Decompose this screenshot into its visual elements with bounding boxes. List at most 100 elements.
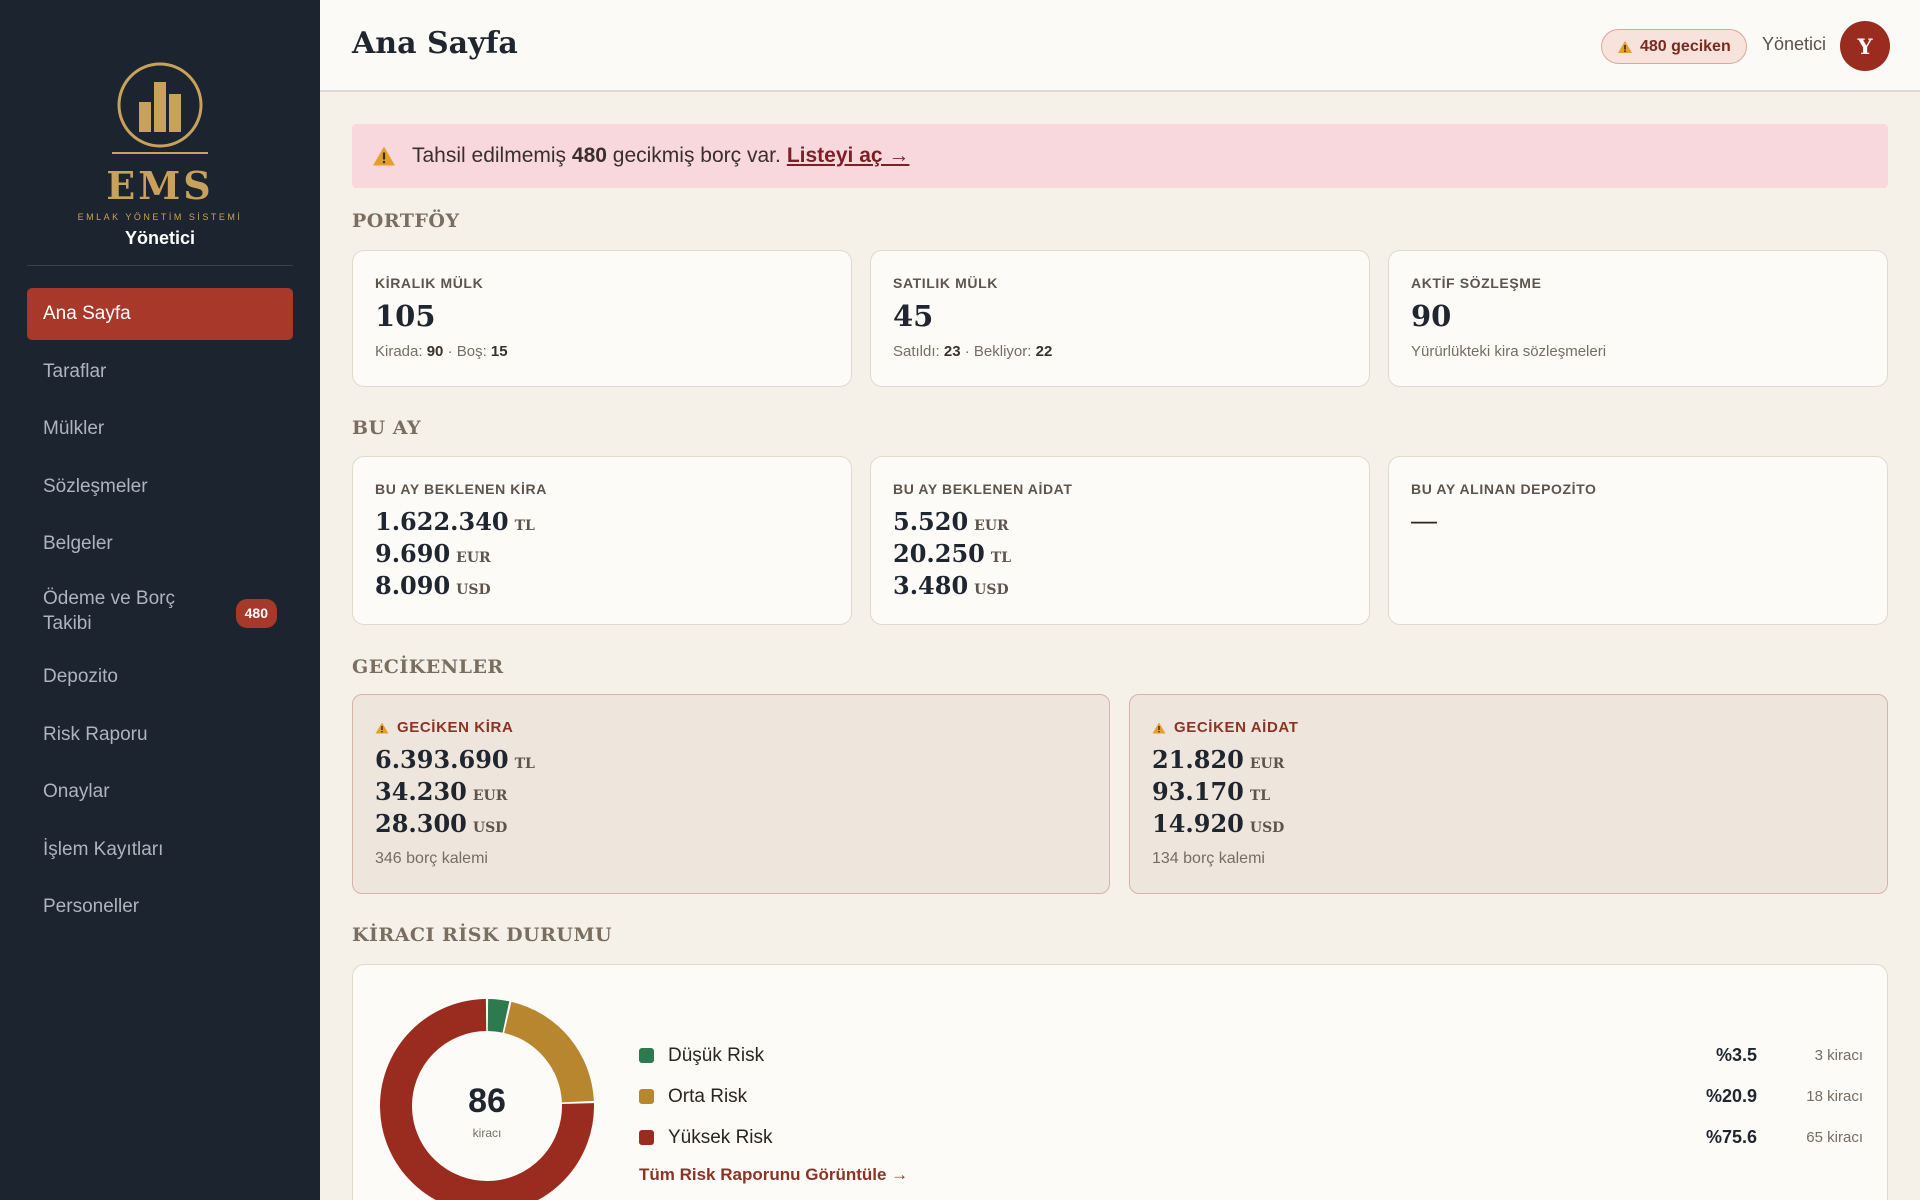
card-received-deposit[interactable]: BU AY ALINAN DEPOZİTO — <box>1388 456 1888 625</box>
sidebar-item-odeme-borc[interactable]: Ödeme ve Borç Takibi 480 <box>27 576 293 646</box>
brand-subtitle: EMLAK YÖNETİM SİSTEMİ <box>77 212 243 222</box>
legend-percent: %20.9 <box>1705 1086 1757 1106</box>
page-title: Ana Sayfa <box>352 26 518 61</box>
card-label: AKTİF SÖZLEŞME <box>1411 275 1542 291</box>
brand-name: EMS <box>106 163 214 208</box>
sidebar-item-personeller[interactable]: Personeller <box>27 881 293 933</box>
warning-icon <box>375 722 389 733</box>
top-header: Ana Sayfa 480 geciken Yönetici Y <box>320 0 1920 92</box>
warning-icon <box>373 146 395 166</box>
section-title-this-month: BU AY <box>352 417 422 439</box>
card-expected-rent[interactable]: BU AY BEKLENEN KİRA 1.622.340 TL 9.690 EUR… <box>352 456 852 625</box>
debt-item-count: 134 borç kalemi <box>1152 850 1265 867</box>
sidebar-item-depozito[interactable]: Depozito <box>27 651 293 703</box>
card-active-contracts[interactable]: AKTİF SÖZLEŞME 90 Yürürlükteki kira sözl… <box>1388 250 1888 387</box>
card-sale-properties[interactable]: SATILIK MÜLK 45 Satıldı: 23 · Bekliyor: … <box>870 250 1370 387</box>
alert-count: 480 <box>571 144 607 167</box>
money-row: 5.520 EUR <box>893 507 1009 536</box>
sidebar-item-sozlesmeler[interactable]: Sözleşmeler <box>27 461 293 513</box>
brand-logo[interactable]: EMS EMLAK YÖNETİM SİSTEMİ Yönetici <box>0 60 320 249</box>
sidebar-divider <box>27 265 293 266</box>
money-lines: 6.393.690 TL 34.230 EUR 28.300 USD <box>375 745 535 841</box>
donut-total: 86 <box>468 1082 506 1120</box>
sidebar-item-label: Onaylar <box>43 781 110 802</box>
card-overdue-dues[interactable]: GECİKEN AİDAT 21.820 EUR 93.170 TL 14.920 U… <box>1129 694 1888 894</box>
risk-legend-row-mid: Orta Risk %20.9 18 kiracı <box>639 1076 1863 1117</box>
money-row: 20.250 TL <box>893 539 1012 568</box>
card-label: BU AY ALINAN DEPOZİTO <box>1411 481 1597 497</box>
sidebar-item-taraflar[interactable]: Taraflar <box>27 346 293 398</box>
risk-legend-row-high: Yüksek Risk %75.6 65 kiracı <box>639 1117 1863 1158</box>
risk-legend-row-low: Düşük Risk %3.5 3 kiracı <box>639 1035 1863 1076</box>
legend-count: 3 kiracı <box>1814 1047 1863 1064</box>
sidebar-item-label: Mülkler <box>43 418 105 439</box>
view-risk-report-link[interactable]: Tüm Risk Raporunu Görüntüle → <box>639 1165 908 1185</box>
card-subtext: Kirada: 90 · Boş: 15 <box>375 343 508 360</box>
section-title-portfolio: PORTFÖY <box>352 210 460 232</box>
card-rental-properties[interactable]: KİRALIK MÜLK 105 Kirada: 90 · Boş: 15 <box>352 250 852 387</box>
money-row: 8.090 USD <box>375 571 491 600</box>
sidebar-item-onaylar[interactable]: Onaylar <box>27 766 293 818</box>
sidebar-nav: Ana Sayfa Taraflar Mülkler Sözleşmeler B… <box>27 288 293 939</box>
money-lines: 1.622.340 TL 9.690 EUR 8.090 USD <box>375 507 535 603</box>
section-title-overdue: GECİKENLER <box>352 656 504 678</box>
money-row: 34.230 EUR <box>375 777 508 806</box>
money-row: 21.820 EUR <box>1152 745 1285 774</box>
card-overdue-rent[interactable]: GECİKEN KİRA 6.393.690 TL 34.230 EUR 28.30… <box>352 694 1110 894</box>
overdue-alert-banner: Tahsil edilmemiş 480 gecikmiş borç var. … <box>352 124 1888 188</box>
donut-total-label: kiracı <box>473 1126 502 1140</box>
money-row: 93.170 TL <box>1152 777 1271 806</box>
user-role: Yönetici <box>124 228 195 248</box>
sidebar-item-label: Ana Sayfa <box>43 303 131 324</box>
alert-text-suffix: gecikmiş borç var. <box>612 144 781 167</box>
sidebar: EMS EMLAK YÖNETİM SİSTEMİ Yönetici Ana S… <box>0 0 320 1200</box>
overdue-pill-button[interactable]: 480 geciken <box>1601 29 1747 64</box>
brand-divider <box>112 152 208 154</box>
sidebar-item-mulkler[interactable]: Mülkler <box>27 403 293 455</box>
avatar[interactable]: Y <box>1840 21 1890 71</box>
sidebar-item-label: Personeller <box>43 896 140 917</box>
sidebar-item-label: Belgeler <box>43 533 113 554</box>
sidebar-item-label: İşlem Kayıtları <box>43 838 164 860</box>
warning-icon <box>1152 722 1166 733</box>
overdue-pill-label: 480 geciken <box>1640 37 1731 55</box>
card-value: 90 <box>1411 299 1452 333</box>
debt-item-count: 346 borç kalemi <box>375 850 488 867</box>
donut-slice-0 <box>487 999 510 1033</box>
legend-count: 18 kiracı <box>1806 1088 1863 1105</box>
legend-swatch <box>639 1089 654 1104</box>
card-subtext: Satıldı: 23 · Bekliyor: 22 <box>893 343 1053 360</box>
legend-count: 65 kiracı <box>1806 1129 1863 1146</box>
header-user-name: Yönetici <box>1762 34 1827 54</box>
sidebar-item-label: Depozito <box>43 666 118 687</box>
money-row: 9.690 EUR <box>375 539 491 568</box>
card-label: KİRALIK MÜLK <box>375 275 484 291</box>
tenant-risk-card: 86 kiracı Düşük Risk %3.5 3 kiracı Orta … <box>352 964 1888 1200</box>
legend-name: Orta Risk <box>668 1085 748 1107</box>
sidebar-item-islem-kayitlari[interactable]: İşlem Kayıtları <box>27 824 293 876</box>
legend-name: Yüksek Risk <box>668 1126 773 1148</box>
sidebar-item-risk-raporu[interactable]: Risk Raporu <box>27 709 293 761</box>
money-row: 28.300 USD <box>375 809 508 838</box>
sidebar-item-ana-sayfa[interactable]: Ana Sayfa <box>27 288 293 340</box>
money-row: 6.393.690 TL <box>375 745 535 774</box>
sidebar-item-belgeler[interactable]: Belgeler <box>27 518 293 570</box>
money-row: 14.920 USD <box>1152 809 1285 838</box>
legend-swatch <box>639 1048 654 1063</box>
sidebar-item-label: Taraflar <box>43 360 107 382</box>
donut-slice-1 <box>503 1001 594 1103</box>
sidebar-item-label: Sözleşmeler <box>43 475 148 497</box>
money-lines: 5.520 EUR 20.250 TL 3.480 USD <box>893 507 1011 603</box>
money-row: 1.622.340 TL <box>375 507 535 536</box>
card-expected-dues[interactable]: BU AY BEKLENEN AİDAT 5.520 EUR 20.250 TL 3… <box>870 456 1370 625</box>
sidebar-item-label: Ödeme ve Borç Takibi <box>43 587 175 634</box>
warning-icon <box>1618 40 1632 53</box>
card-label: BU AY BEKLENEN KİRA <box>375 481 547 497</box>
card-label: GECİKEN KİRA <box>375 719 513 736</box>
risk-donut-chart: 86 kiracı <box>380 999 594 1200</box>
legend-percent: %3.5 <box>1715 1045 1757 1065</box>
card-label: GECİKEN AİDAT <box>1152 719 1298 736</box>
overdue-count-badge: 480 <box>235 598 277 628</box>
card-label: BU AY BEKLENEN AİDAT <box>893 481 1073 497</box>
open-list-link[interactable]: Listeyi aç → <box>787 144 910 168</box>
